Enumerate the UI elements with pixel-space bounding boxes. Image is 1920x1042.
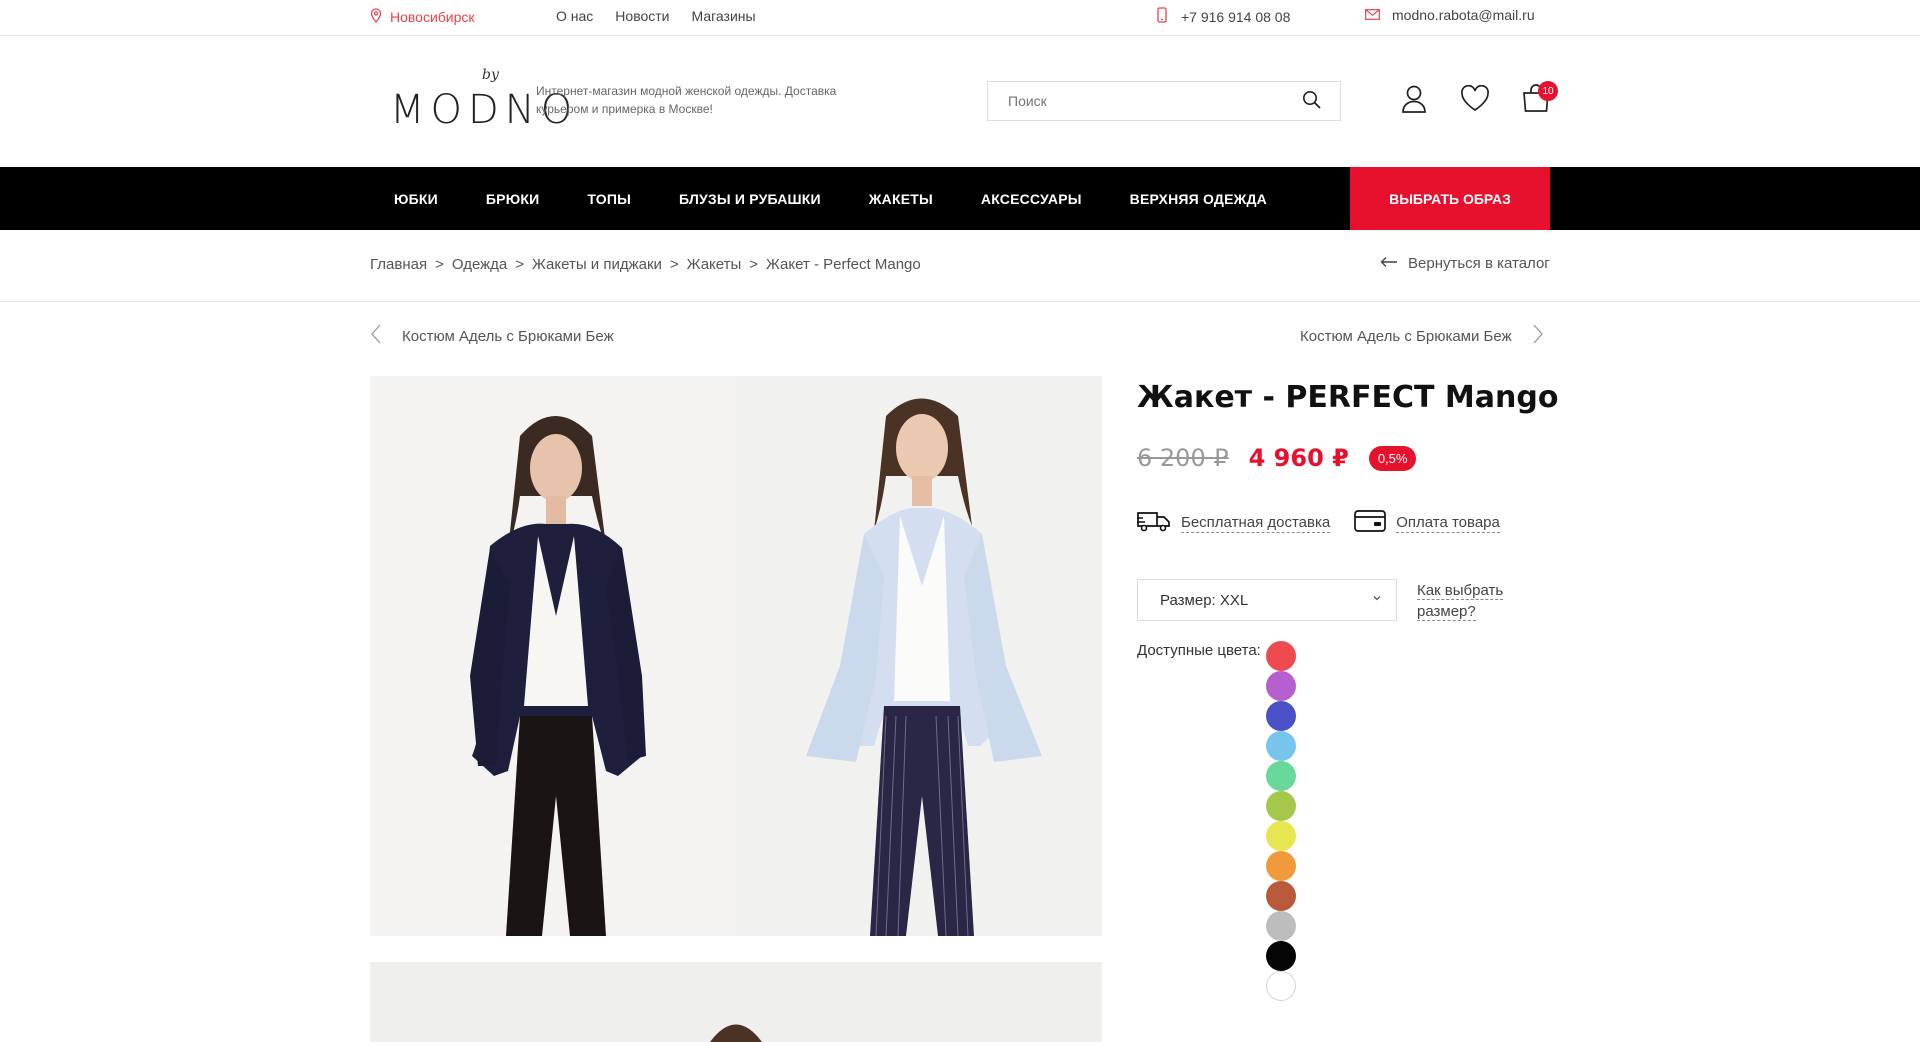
credit-card-icon	[1354, 510, 1387, 536]
nav-item-outerwear[interactable]: Верхняя одежда	[1130, 191, 1267, 207]
top-nav-about[interactable]: О нас	[556, 8, 593, 24]
top-nav: О нас Новости Магазины	[556, 8, 756, 24]
user-icon[interactable]	[1400, 84, 1428, 117]
color-swatch[interactable]	[1266, 641, 1296, 671]
email-address: modno.rabota@mail.ru	[1392, 7, 1535, 23]
mail-icon	[1365, 7, 1380, 23]
breadcrumb-row: Главная > Одежда > Жакеты и пиджаки > Жа…	[0, 230, 1920, 302]
breadcrumb-separator: >	[669, 256, 679, 273]
product-title: Жакет - PERFECT Mango	[1137, 380, 1559, 415]
color-swatch[interactable]	[1266, 971, 1296, 1001]
product-gallery	[370, 376, 1102, 936]
breadcrumb-clothing[interactable]: Одежда	[452, 256, 507, 273]
old-price: 6 200 ₽	[1137, 444, 1229, 472]
main-nav: Юбки Брюки Топы Блузы и рубашки Жакеты А…	[0, 167, 1920, 230]
tagline: Интернет-магазин модной женской одежды. …	[536, 84, 837, 116]
city-selector[interactable]: Новосибирск	[370, 8, 475, 26]
next-product-link[interactable]: Костюм Адель с Брюками Беж	[1300, 324, 1544, 348]
color-swatch[interactable]	[1266, 761, 1296, 791]
arrow-left-icon	[1380, 255, 1398, 272]
color-swatch[interactable]	[1266, 671, 1296, 701]
product-photo-navy-jacket[interactable]	[370, 376, 736, 936]
nav-item-blouses[interactable]: Блузы и рубашки	[679, 191, 821, 207]
delivery-label: Бесплатная доставка	[1181, 513, 1331, 533]
choose-look-button[interactable]: Выбрать образ	[1350, 167, 1550, 230]
discount-badge: 0,5%	[1368, 445, 1417, 471]
color-swatch[interactable]	[1266, 851, 1296, 881]
size-guide-label: Как выбрать размер?	[1417, 582, 1504, 621]
delivery-truck-icon	[1137, 510, 1171, 536]
location-pin-icon	[370, 8, 382, 26]
nav-item-skirts[interactable]: Юбки	[394, 191, 438, 207]
phone-contact[interactable]: +7 916 914 08 08	[1157, 7, 1290, 26]
size-select[interactable]: Размер: XXL	[1137, 579, 1397, 621]
color-swatch[interactable]	[1266, 791, 1296, 821]
color-swatch[interactable]	[1266, 701, 1296, 731]
size-select-value: Размер: XXL	[1160, 591, 1249, 609]
breadcrumb-current: Жакет - Perfect Mango	[766, 256, 921, 273]
site-header: by MODNO Интернет-магазин модной женской…	[0, 37, 1920, 167]
size-guide-link[interactable]: Как выбрать размер?	[1417, 580, 1527, 622]
prev-product-label: Костюм Адель с Брюками Беж	[402, 327, 614, 345]
breadcrumb-separator: >	[515, 256, 525, 273]
color-swatch[interactable]	[1266, 731, 1296, 761]
chevron-down-icon	[1372, 592, 1382, 606]
color-swatch[interactable]	[1266, 881, 1296, 911]
breadcrumb-home[interactable]: Главная	[370, 256, 427, 273]
search-icon[interactable]	[1302, 90, 1322, 113]
phone-number: +7 916 914 08 08	[1181, 8, 1291, 25]
search-input[interactable]	[1008, 93, 1288, 109]
back-link-label: Вернуться в каталог	[1408, 255, 1550, 272]
top-nav-shops[interactable]: Магазины	[692, 8, 756, 24]
back-to-catalog-link[interactable]: Вернуться в каталог	[1380, 255, 1550, 272]
product-photo-blue-jacket[interactable]	[736, 376, 1102, 936]
chevron-left-icon	[370, 324, 382, 348]
nav-item-jackets[interactable]: Жакеты	[869, 191, 933, 207]
breadcrumb: Главная > Одежда > Жакеты и пиджаки > Жа…	[370, 256, 921, 273]
color-swatch[interactable]	[1266, 941, 1296, 971]
available-colors-label: Доступные цвета:	[1137, 642, 1261, 659]
phone-icon	[1157, 7, 1167, 26]
current-price: 4 960 ₽	[1248, 444, 1349, 472]
nav-item-accessories[interactable]: Аксессуары	[981, 191, 1082, 207]
payment-link[interactable]: Оплата товара	[1354, 510, 1500, 536]
color-swatches	[1266, 641, 1296, 1001]
top-nav-news[interactable]: Новости	[615, 8, 669, 24]
delivery-link[interactable]: Бесплатная доставка	[1137, 510, 1331, 536]
next-product-label: Костюм Адель с Брюками Беж	[1300, 327, 1512, 345]
color-swatch[interactable]	[1266, 911, 1296, 941]
product-photo-secondary[interactable]	[370, 962, 1102, 1042]
nav-item-trousers[interactable]: Брюки	[486, 191, 539, 207]
favorites-heart-icon[interactable]	[1460, 84, 1490, 115]
service-links: Бесплатная доставка Оплата товара	[1137, 510, 1508, 536]
breadcrumb-separator: >	[435, 256, 444, 273]
payment-label: Оплата товара	[1396, 513, 1500, 533]
breadcrumb-jackets[interactable]: Жакеты	[687, 256, 742, 273]
breadcrumb-separator: >	[749, 256, 759, 273]
nav-item-tops[interactable]: Топы	[587, 191, 631, 207]
cart-count-badge: 10	[1538, 81, 1558, 101]
top-bar: Новосибирск О нас Новости Магазины +7 91…	[0, 0, 1920, 36]
breadcrumb-jackets-blazers[interactable]: Жакеты и пиджаки	[532, 256, 662, 273]
email-contact[interactable]: modno.rabota@mail.ru	[1365, 7, 1535, 23]
city-name: Новосибирск	[390, 9, 475, 25]
price-block: 6 200 ₽ 4 960 ₽ 0,5%	[1137, 444, 1417, 472]
chevron-right-icon	[1532, 324, 1544, 348]
logo-by: by	[482, 67, 499, 83]
search-box	[987, 81, 1341, 121]
prev-product-link[interactable]: Костюм Адель с Брюками Беж	[370, 324, 614, 348]
color-swatch[interactable]	[1266, 821, 1296, 851]
